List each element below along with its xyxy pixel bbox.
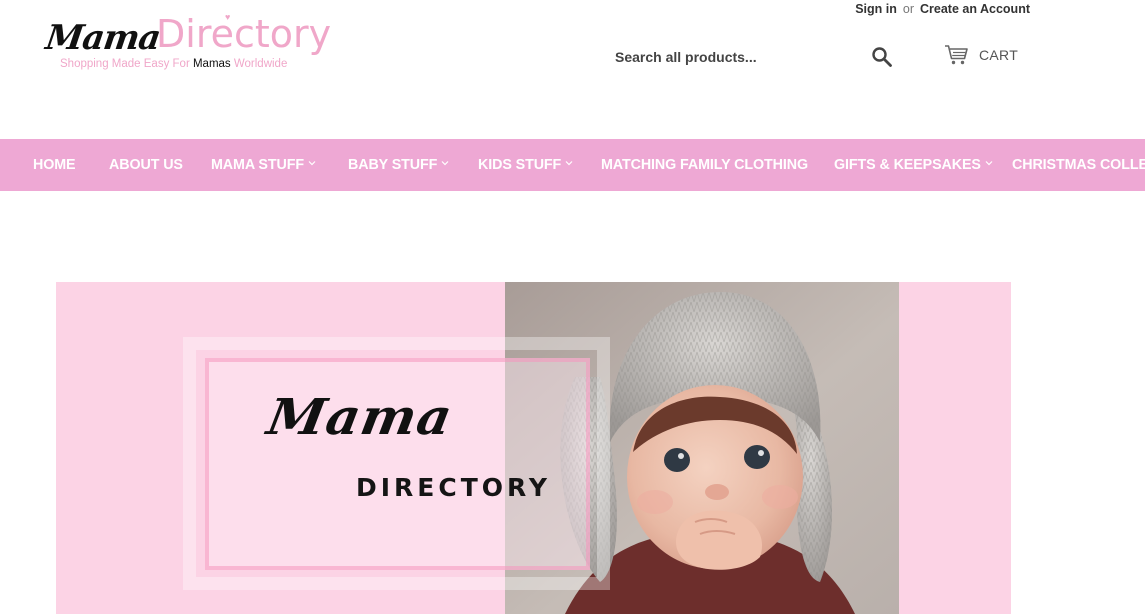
sign-in-link[interactable]: Sign in [855, 2, 897, 16]
logo-tagline: Shopping Made Easy For Mamas Worldwide [60, 58, 287, 70]
account-links: Sign in or Create an Account [855, 2, 1030, 16]
search-bar [605, 38, 903, 76]
nav-label: MATCHING FAMILY CLOTHING [601, 157, 809, 173]
main-navigation: HOME ABOUT US MAMA STUFF BABY STUFF KIDS… [0, 139, 1145, 191]
search-input[interactable] [605, 38, 860, 76]
chevron-down-icon [441, 161, 449, 166]
nav-item-baby-stuff[interactable]: BABY STUFF [348, 139, 449, 191]
nav-label: GIFTS & KEEPSAKES [834, 157, 981, 173]
logo-script-text: Mama [43, 18, 163, 58]
search-button[interactable] [867, 44, 897, 72]
nav-item-home[interactable]: HOME [33, 139, 76, 191]
chevron-down-icon [308, 161, 316, 166]
heart-icon: ♥ [225, 12, 231, 22]
tagline-start: Shopping Made Easy For [60, 58, 193, 70]
or-separator: or [902, 2, 915, 16]
chevron-down-icon [565, 161, 573, 166]
logo-word-text: Directory [156, 12, 332, 56]
nav-label: ABOUT US [109, 157, 183, 173]
hero-caps-text: DIRECTORY [356, 473, 552, 502]
nav-label: HOME [33, 157, 76, 173]
cart-icon [945, 45, 968, 65]
tagline-emphasis: Mamas [192, 58, 231, 70]
nav-label: MAMA STUFF [211, 157, 304, 173]
tagline-end: Worldwide [230, 58, 288, 70]
hero-banner[interactable]: Mama DIRECTORY [56, 282, 1011, 614]
cart-label: CART [979, 47, 1019, 63]
nav-item-kids-stuff[interactable]: KIDS STUFF [478, 139, 573, 191]
site-logo[interactable]: Mama Directory ♥ Shopping Made Easy For … [43, 12, 334, 74]
nav-item-matching-family-clothing[interactable]: MATCHING FAMILY CLOTHING [601, 139, 808, 191]
create-account-link[interactable]: Create an Account [920, 2, 1030, 16]
site-header: Mama Directory ♥ Shopping Made Easy For … [0, 0, 1145, 139]
nav-label: CHRISTMAS COLLECTION [1012, 157, 1145, 173]
search-icon [872, 46, 892, 67]
nav-label: KIDS STUFF [478, 157, 562, 173]
nav-item-christmas-collection[interactable]: CHRISTMAS COLLECTION [1012, 139, 1145, 191]
cart-link[interactable]: CART [944, 44, 1018, 66]
nav-item-mama-stuff[interactable]: MAMA STUFF [211, 139, 316, 191]
nav-item-gifts-keepsakes[interactable]: GIFTS & KEEPSAKES [834, 139, 993, 191]
chevron-down-icon [985, 161, 993, 166]
nav-label: BABY STUFF [348, 157, 438, 173]
nav-item-about-us[interactable]: ABOUT US [109, 139, 183, 191]
hero-script-text: Mama [262, 388, 458, 447]
